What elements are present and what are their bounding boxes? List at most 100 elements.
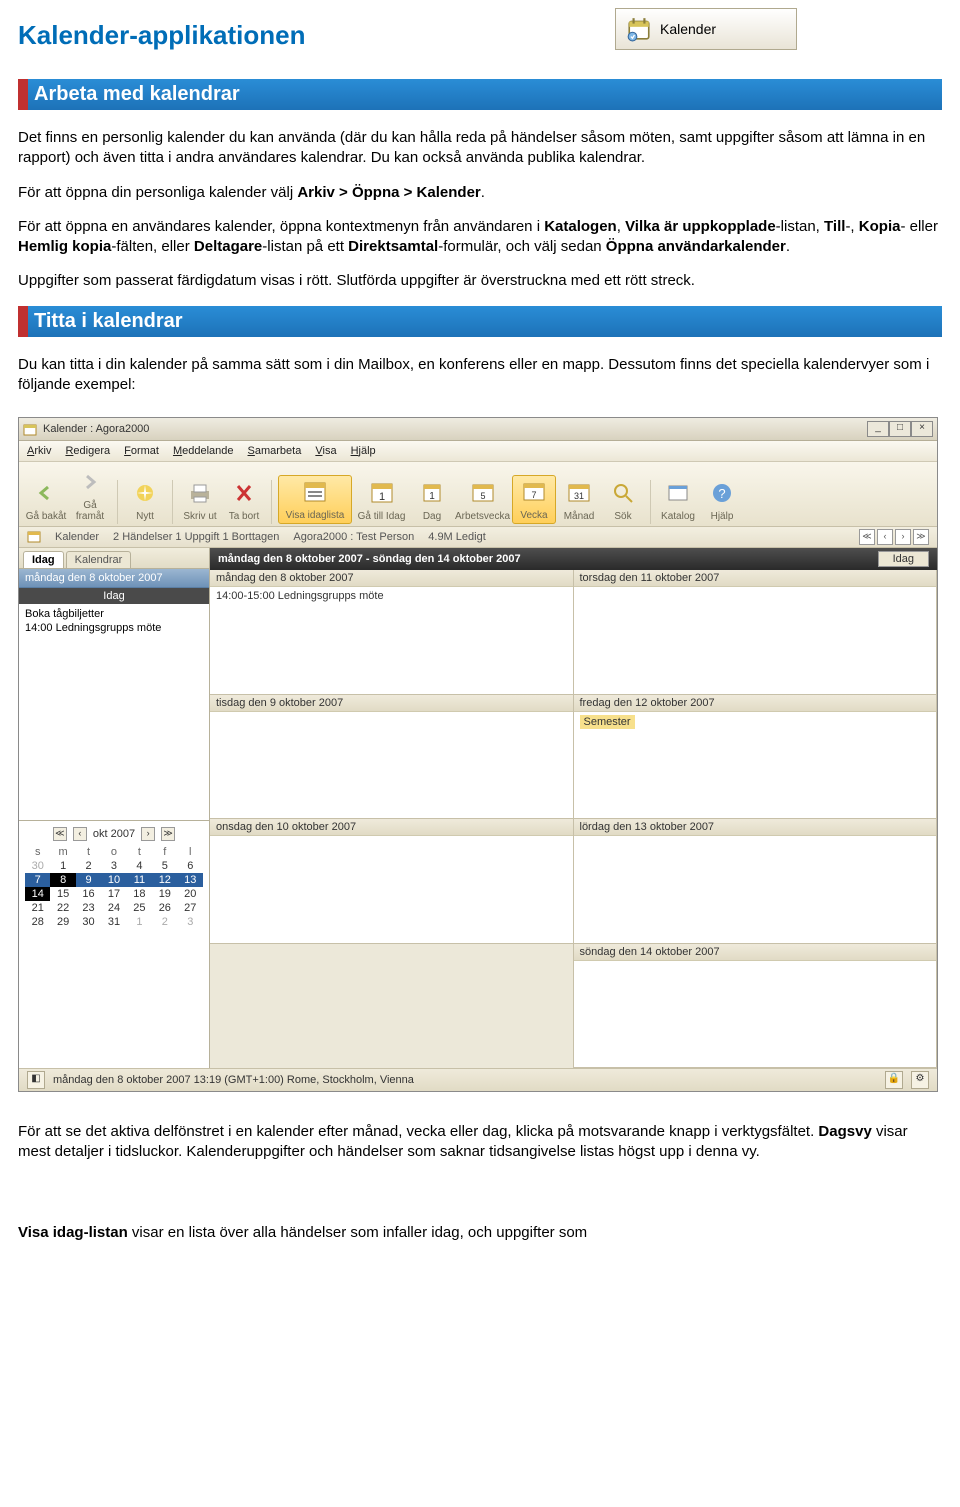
menu-samarbeta[interactable]: Samarbeta — [248, 445, 302, 457]
window-title: Kalender : Agora2000 — [43, 423, 149, 435]
nav-last[interactable]: ≫ — [913, 529, 929, 545]
info-kalender: Kalender — [55, 531, 99, 543]
page-title: Kalender-applikationen — [18, 20, 942, 51]
para-intro: Det finns en personlig kalender du kan a… — [18, 128, 942, 169]
app-icon — [23, 422, 37, 436]
nav-next[interactable]: › — [895, 529, 911, 545]
para-visaidag: Visa idag-listan visar en lista över all… — [18, 1223, 942, 1243]
event-item[interactable]: Semester — [580, 715, 635, 729]
menubar: Arkiv Redigera Format Meddelande Samarbe… — [19, 441, 937, 462]
toolbar: Gå bakåt Gå framåt Nytt Skriv ut Ta bort… — [19, 462, 937, 527]
svg-text:31: 31 — [574, 491, 584, 501]
goto-today-button[interactable]: Idag — [878, 551, 929, 567]
menu-meddelande[interactable]: Meddelande — [173, 445, 234, 457]
todaylist-icon — [302, 479, 328, 505]
minical-month-label: okt 2007 — [93, 828, 135, 840]
info-free: 4.9M Ledigt — [428, 531, 485, 543]
search-icon — [611, 481, 635, 505]
daycell-mon[interactable]: måndag den 8 oktober 2007 14:00-15:00 Le… — [210, 570, 574, 695]
minical-prev-month[interactable]: ‹ — [73, 827, 87, 841]
toolbar-print[interactable]: Skriv ut — [179, 477, 221, 524]
task-item[interactable]: Boka tågbiljetter — [25, 607, 203, 621]
minical-next-month[interactable]: › — [141, 827, 155, 841]
week-grid: måndag den 8 oktober 2007 14:00-15:00 Le… — [210, 570, 937, 1068]
maximize-button[interactable]: □ — [889, 421, 911, 437]
info-row: Kalender 2 Händelser 1 Uppgift 1 Borttag… — [19, 527, 937, 548]
toolbar-catalog[interactable]: Katalog — [657, 477, 699, 524]
toolbar-month[interactable]: 31 Månad — [558, 477, 600, 524]
para-overdue: Uppgifter som passerat färdigdatum visas… — [18, 271, 942, 291]
toolbar-back[interactable]: Gå bakåt — [25, 477, 67, 524]
daycell-sat[interactable]: lördag den 13 oktober 2007 — [574, 819, 938, 944]
left-tabs: Idag Kalendrar — [19, 548, 209, 569]
menu-hjalp[interactable]: Hjälp — [351, 445, 376, 457]
toolbar-forward[interactable]: Gå framåt — [69, 466, 111, 524]
svg-text:1: 1 — [429, 491, 435, 502]
nav-first[interactable]: ≪ — [859, 529, 875, 545]
delete-icon — [233, 481, 255, 505]
catalog-icon — [666, 481, 690, 505]
nav-prev[interactable]: ‹ — [877, 529, 893, 545]
tab-kalendrar[interactable]: Kalendrar — [66, 551, 132, 568]
statusbar: ◧ måndag den 8 oktober 2007 13:19 (GMT+1… — [19, 1068, 937, 1091]
minical-grid[interactable]: smtotfl 30123456 78910111213 14151617181… — [25, 845, 203, 929]
section-titta: Titta i kalendrar — [18, 306, 942, 337]
para-open-personal: För att öppna din personliga kalender vä… — [18, 183, 942, 203]
statusbar-config-icon[interactable]: ⚙ — [911, 1071, 929, 1089]
para-subwindow: För att se det aktiva delfönstret i en k… — [18, 1122, 942, 1163]
toolbar-day[interactable]: 1 Dag — [411, 477, 453, 524]
left-today-bar: Idag — [19, 588, 209, 604]
daycell-empty — [210, 944, 574, 1069]
forward-icon — [78, 470, 102, 494]
help-icon: ? — [710, 481, 734, 505]
menu-redigera[interactable]: Redigera — [65, 445, 110, 457]
statusbar-icon[interactable]: ◧ — [27, 1071, 45, 1089]
month-icon: 31 — [567, 481, 591, 505]
left-day-header: måndag den 8 oktober 2007 — [19, 569, 209, 588]
daycell-thu[interactable]: torsdag den 11 oktober 2007 — [574, 570, 938, 695]
back-icon — [34, 481, 58, 505]
kalender-badge-label: Kalender — [660, 21, 716, 37]
menu-visa[interactable]: Visa — [315, 445, 336, 457]
toolbar-workweek[interactable]: 5 Arbetsvecka — [455, 477, 510, 524]
toolbar-search[interactable]: Sök — [602, 477, 644, 524]
para-open-user: För att öppna en användares kalender, öp… — [18, 217, 942, 258]
titlebar: Kalender : Agora2000 _ □ × — [19, 418, 937, 441]
toolbar-week[interactable]: 7 Vecka — [512, 475, 556, 524]
info-counts: 2 Händelser 1 Uppgift 1 Borttagen — [113, 531, 279, 543]
daycell-tue[interactable]: tisdag den 9 oktober 2007 — [210, 695, 574, 820]
svg-text:?: ? — [718, 486, 725, 501]
gotoday-icon: 1 — [369, 480, 395, 506]
daycell-sun[interactable]: söndag den 14 oktober 2007 — [574, 944, 938, 1069]
minical-prev-year[interactable]: ≪ — [53, 827, 67, 841]
statusbar-text: måndag den 8 oktober 2007 13:19 (GMT+1:0… — [53, 1074, 414, 1086]
task-item[interactable]: 14:00 Ledningsgrupps möte — [25, 621, 203, 635]
tab-idag[interactable]: Idag — [23, 551, 64, 568]
calendar-icon — [626, 16, 652, 42]
info-user: Agora2000 : Test Person — [293, 531, 414, 543]
minimize-button[interactable]: _ — [867, 421, 889, 437]
toolbar-new[interactable]: Nytt — [124, 477, 166, 524]
statusbar-lock-icon[interactable]: 🔒 — [885, 1071, 903, 1089]
daycell-wed[interactable]: onsdag den 10 oktober 2007 — [210, 819, 574, 944]
close-button[interactable]: × — [911, 421, 933, 437]
toolbar-help[interactable]: ? Hjälp — [701, 477, 743, 524]
week-header: måndag den 8 oktober 2007 - söndag den 1… — [210, 548, 937, 570]
svg-text:1: 1 — [378, 491, 384, 503]
svg-text:5: 5 — [480, 491, 485, 501]
daycell-fri[interactable]: fredag den 12 oktober 2007 Semester — [574, 695, 938, 820]
menu-arkiv[interactable]: Arkiv — [27, 445, 51, 457]
workweek-icon: 5 — [471, 481, 495, 505]
para-views: Du kan titta i din kalender på samma sät… — [18, 355, 942, 396]
event-item[interactable]: 14:00-15:00 Ledningsgrupps möte — [216, 590, 384, 602]
toolbar-delete[interactable]: Ta bort — [223, 477, 265, 524]
section-arbeta: Arbeta med kalendrar — [18, 79, 942, 110]
toolbar-gotoday[interactable]: 1 Gå till Idag — [354, 477, 409, 524]
toolbar-todaylist[interactable]: Visa idaglista — [278, 475, 352, 524]
calendar-app-window: Kalender : Agora2000 _ □ × Arkiv Rediger… — [18, 417, 938, 1092]
minical-next-year[interactable]: ≫ — [161, 827, 175, 841]
svg-text:7: 7 — [531, 490, 536, 500]
menu-format[interactable]: Format — [124, 445, 159, 457]
day-icon: 1 — [421, 481, 443, 505]
mini-calendar: ≪ ‹ okt 2007 › ≫ smtotfl 30123456 789101… — [19, 821, 209, 1068]
